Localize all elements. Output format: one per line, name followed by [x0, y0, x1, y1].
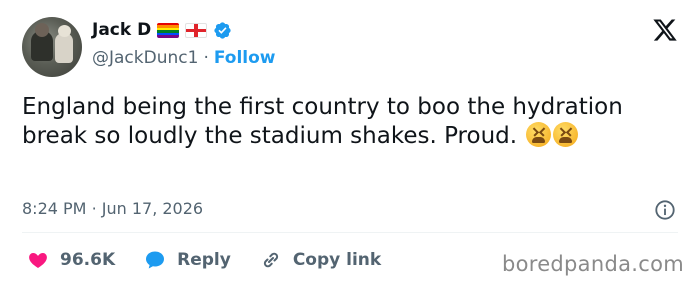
author-name-row: Jack D [92, 20, 232, 40]
like-count: 96.6K [60, 250, 116, 270]
link-icon [263, 252, 278, 268]
copy-link-label: Copy link [292, 250, 382, 270]
rainbow-flag-icon [157, 22, 180, 38]
tired-face-emoji-icon [553, 122, 579, 147]
separator-dot: · [91, 199, 97, 218]
watermark: boredpanda.com [501, 252, 684, 276]
reply-button[interactable]: Reply [143, 248, 231, 272]
tired-face-emoji-icon [526, 122, 552, 147]
reply-label: Reply [177, 250, 231, 270]
divider [22, 232, 678, 233]
author-display-name[interactable]: Jack D [92, 20, 151, 40]
verified-badge-icon [214, 21, 231, 39]
tweet-timestamp[interactable]: 8:24 PM · Jun 17, 2026 [22, 199, 203, 218]
heart-icon [29, 253, 47, 269]
author-handle[interactable]: @JackDunc1 [92, 48, 198, 68]
info-icon[interactable] [654, 199, 676, 221]
x-logo-icon[interactable] [652, 17, 678, 43]
tweet-date: Jun 17, 2026 [101, 199, 204, 218]
action-bar: 96.6K Reply Copy link [26, 248, 409, 272]
avatar[interactable] [22, 17, 82, 77]
tweet-text: England being the first country to boo t… [22, 93, 672, 151]
author-handle-row: @JackDunc1 · Follow [92, 48, 276, 68]
copy-link-button[interactable]: Copy link [259, 248, 381, 272]
separator-dot: · [203, 48, 209, 68]
tweet-time: 8:24 PM [22, 199, 87, 218]
speech-bubble-icon [146, 251, 165, 269]
like-button[interactable]: 96.6K [26, 248, 115, 272]
england-flag-icon [185, 22, 208, 38]
follow-button[interactable]: Follow [214, 48, 276, 68]
